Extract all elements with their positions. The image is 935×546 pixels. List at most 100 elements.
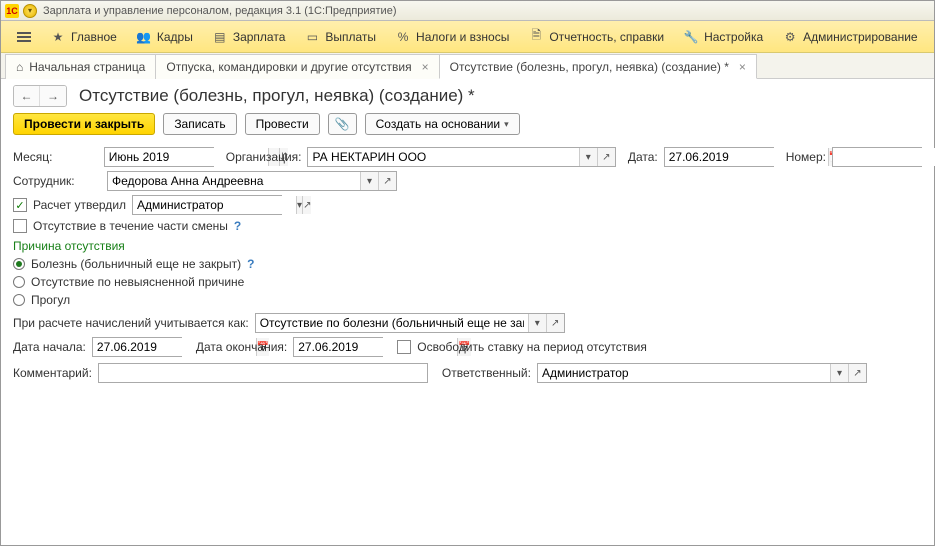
release-rate-label: Освободить ставку на период отсутствия: [417, 340, 647, 354]
dropdown-icon[interactable]: ▾: [360, 172, 378, 190]
nav-forward-button[interactable]: →: [40, 86, 66, 106]
end-date-field[interactable]: 📅: [293, 337, 383, 357]
comment-label: Комментарий:: [13, 366, 92, 380]
date-field[interactable]: 📅: [664, 147, 774, 167]
approved-by-field[interactable]: ▾ ↗: [132, 195, 282, 215]
create-based-on-label: Создать на основании: [376, 117, 501, 131]
number-input[interactable]: [833, 148, 935, 166]
calc-as-label: При расчете начислений учитывается как:: [13, 316, 249, 330]
gear-icon: ⚙: [783, 30, 797, 44]
menu-payments-label: Выплаты: [325, 30, 376, 44]
tab-absences-label: Отпуска, командировки и другие отсутстви…: [166, 60, 411, 74]
menu-admin-label: Администрирование: [803, 30, 917, 44]
month-field[interactable]: ⋯ ⇵: [104, 147, 214, 167]
tab-absences-list[interactable]: Отпуска, командировки и другие отсутстви…: [155, 54, 439, 79]
org-field[interactable]: ▾ ↗: [307, 147, 615, 167]
approved-checkbox[interactable]: ✓: [13, 198, 27, 212]
app-logo-icon: 1С: [5, 4, 19, 18]
nav-back-button[interactable]: ←: [14, 86, 40, 106]
menu-reports-label: Отчетность, справки: [549, 30, 664, 44]
help-icon[interactable]: ?: [247, 257, 254, 271]
page-header: ← → Отсутствие (болезнь, прогул, неявка)…: [1, 79, 934, 109]
calc-as-field[interactable]: ▾ ↗: [255, 313, 565, 333]
reason-truancy-label: Прогул: [31, 293, 70, 307]
people-icon: 👥: [137, 30, 151, 44]
dropdown-icon[interactable]: ▾: [830, 364, 848, 382]
org-label: Организация:: [226, 150, 302, 164]
month-label: Месяц:: [13, 150, 98, 164]
open-icon[interactable]: ↗: [848, 364, 866, 382]
reason-unknown-label: Отсутствие по невыясненной причине: [31, 275, 244, 289]
start-date-field[interactable]: 📅: [92, 337, 182, 357]
approved-by-input[interactable]: [133, 196, 296, 214]
save-button[interactable]: Записать: [163, 113, 236, 135]
menu-main[interactable]: ★Главное: [41, 21, 127, 53]
responsible-field[interactable]: ▾ ↗: [537, 363, 867, 383]
open-icon[interactable]: ↗: [597, 148, 615, 166]
reason-unknown-radio[interactable]: [13, 276, 25, 288]
calendar-icon: ▤: [213, 30, 227, 44]
post-and-close-button[interactable]: Провести и закрыть: [13, 113, 155, 135]
reason-truancy-radio[interactable]: [13, 294, 25, 306]
dropdown-icon[interactable]: ▾: [579, 148, 597, 166]
menu-salary[interactable]: ▤Зарплата: [203, 21, 296, 53]
close-icon[interactable]: ×: [739, 60, 746, 74]
wrench-icon: 🔧: [684, 30, 698, 44]
responsible-input[interactable]: [538, 364, 830, 382]
post-button[interactable]: Провести: [245, 113, 320, 135]
open-icon[interactable]: ↗: [378, 172, 396, 190]
menu-burger[interactable]: [7, 21, 41, 53]
menu-reports[interactable]: 🗎 Отчетность, справки: [519, 21, 674, 53]
window-title: Зарплата и управление персоналом, редакц…: [43, 5, 396, 17]
employee-label: Сотрудник:: [13, 174, 101, 188]
create-based-on-button[interactable]: Создать на основании▾: [365, 113, 520, 135]
employee-input[interactable]: [108, 172, 360, 190]
close-icon[interactable]: ×: [422, 60, 429, 74]
page-title: Отсутствие (болезнь, прогул, неявка) (со…: [79, 86, 475, 106]
open-icon[interactable]: ↗: [546, 314, 564, 332]
menu-settings[interactable]: 🔧Настройка: [674, 21, 773, 53]
employee-field[interactable]: ▾ ↗: [107, 171, 397, 191]
release-rate-checkbox[interactable]: [397, 340, 411, 354]
burger-icon: [17, 32, 31, 42]
action-toolbar: Провести и закрыть Записать Провести 📎 С…: [1, 109, 934, 143]
menu-taxes-label: Налоги и взносы: [416, 30, 509, 44]
org-input[interactable]: [308, 148, 578, 166]
tab-home[interactable]: ⌂Начальная страница: [5, 54, 156, 79]
reason-section-title: Причина отсутствия: [13, 239, 922, 253]
help-icon[interactable]: ?: [234, 219, 241, 233]
document-tabs: ⌂Начальная страница Отпуска, командировк…: [1, 53, 934, 79]
comment-input[interactable]: [99, 364, 427, 382]
comment-field[interactable]: [98, 363, 428, 383]
attach-button[interactable]: 📎: [328, 113, 357, 135]
app-menu-dropdown-icon[interactable]: ▾: [23, 4, 37, 18]
responsible-label: Ответственный:: [442, 366, 531, 380]
number-field[interactable]: [832, 147, 922, 167]
menu-main-label: Главное: [71, 30, 117, 44]
paperclip-icon: 📎: [335, 117, 350, 131]
partial-shift-checkbox[interactable]: [13, 219, 27, 233]
percent-icon: %: [396, 30, 410, 44]
report-icon: 🗎: [529, 30, 543, 44]
window-titlebar: 1С ▾ Зарплата и управление персоналом, р…: [1, 1, 934, 21]
menu-payments[interactable]: ▭ Выплаты: [295, 21, 386, 53]
menu-staff-label: Кадры: [157, 30, 193, 44]
open-icon[interactable]: ↗: [302, 196, 311, 214]
document-form: Месяц: ⋯ ⇵ Организация: ▾ ↗ Дата: 📅 Номе…: [1, 147, 934, 383]
tab-absence-create[interactable]: Отсутствие (болезнь, прогул, неявка) (со…: [439, 54, 757, 79]
approved-label: Расчет утвердил: [33, 198, 126, 212]
tab-absence-create-label: Отсутствие (болезнь, прогул, неявка) (со…: [450, 60, 729, 74]
end-date-label: Дата окончания:: [196, 340, 287, 354]
menu-taxes[interactable]: % Налоги и взносы: [386, 21, 519, 53]
partial-shift-label: Отсутствие в течение части смены: [33, 219, 228, 233]
wallet-icon: ▭: [305, 30, 319, 44]
chevron-down-icon: ▾: [504, 119, 509, 130]
dropdown-icon[interactable]: ▾: [528, 314, 546, 332]
date-label: Дата:: [628, 150, 658, 164]
menu-staff[interactable]: 👥 Кадры: [127, 21, 203, 53]
reason-illness-label: Болезнь (больничный еще не закрыт): [31, 257, 241, 271]
calc-as-input[interactable]: [256, 314, 528, 332]
reason-illness-radio[interactable]: [13, 258, 25, 270]
nav-buttons: ← →: [13, 85, 67, 107]
menu-admin[interactable]: ⚙ Администрирование: [773, 21, 927, 53]
